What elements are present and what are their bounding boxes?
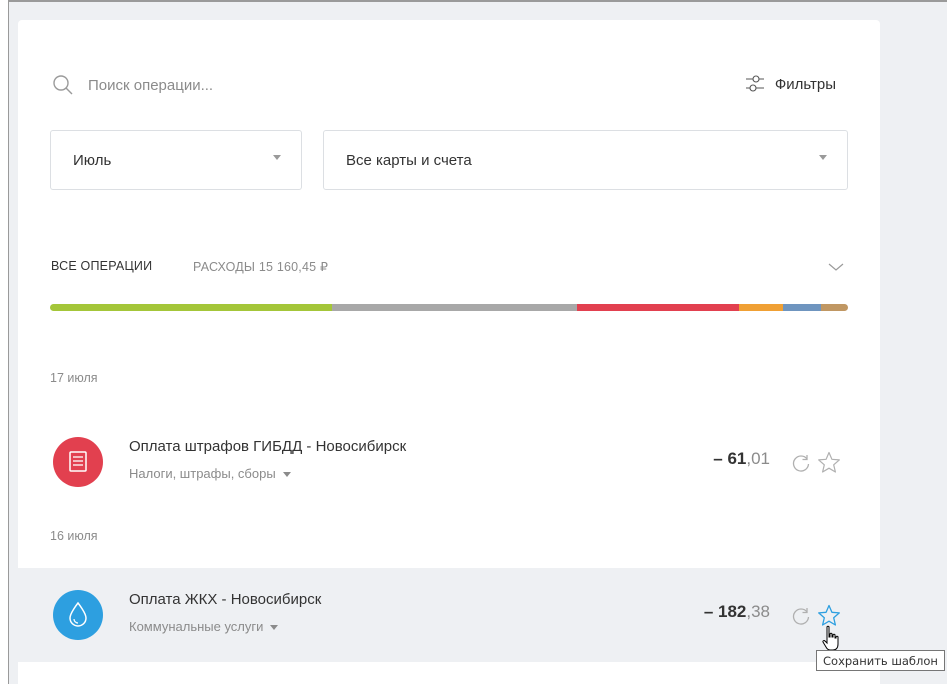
hand-pointer-icon [822, 625, 839, 651]
spending-bar-segment [576, 304, 740, 311]
filters-label: Фильтры [774, 75, 836, 93]
date-header: 16 июля [50, 529, 98, 543]
operations-panel: Фильтры Июль Все карты и счета ВСЕ ОПЕРА… [18, 20, 880, 684]
amount-integer: – 182 [703, 602, 747, 621]
amount-cents: ,01 [746, 449, 770, 468]
repeat-icon[interactable] [791, 453, 811, 473]
water-drop-icon [69, 601, 87, 627]
transaction-category-dropdown[interactable]: Коммунальные услуги [129, 619, 279, 634]
transaction-row[interactable]: Оплата ЖКХ - Новосибирск Коммунальные ус… [18, 568, 880, 662]
transaction-category-label: Коммунальные услуги [129, 619, 264, 634]
spending-bar-segment [739, 304, 784, 311]
repeat-icon[interactable] [791, 606, 811, 626]
transaction-title: Оплата ЖКХ - Новосибирск [129, 591, 322, 608]
month-select[interactable]: Июль [50, 130, 302, 190]
star-icon[interactable] [817, 604, 841, 627]
spending-breakdown-bar [50, 304, 848, 311]
accounts-select-value: Все карты и счета [346, 152, 472, 169]
transaction-category-icon [53, 590, 103, 640]
search-input[interactable] [88, 72, 508, 98]
chevron-down-icon [819, 155, 827, 160]
tab-all-operations[interactable]: ВСЕ ОПЕРАЦИИ [51, 259, 152, 273]
month-select-value: Июль [73, 152, 112, 169]
search-icon [53, 75, 73, 95]
tab-expenses[interactable]: РАСХОДЫ 15 160,45 ₽ [193, 259, 328, 274]
receipt-icon [69, 451, 87, 472]
chevron-down-icon [273, 155, 281, 160]
spending-bar-segment [50, 304, 332, 311]
accounts-select[interactable]: Все карты и счета [323, 130, 848, 190]
amount-cents: ,38 [746, 602, 770, 621]
date-header: 17 июля [50, 371, 98, 385]
transaction-title: Оплата штрафов ГИБДД - Новосибирск [129, 438, 407, 455]
save-template-tooltip: Сохранить шаблон [816, 650, 945, 671]
spending-bar-segment [820, 304, 848, 311]
spending-bar-segment [783, 304, 821, 311]
window-left-border [0, 0, 9, 684]
transaction-category-icon [53, 437, 103, 487]
filters-icon [745, 75, 764, 92]
star-icon[interactable] [817, 451, 841, 474]
transaction-category-dropdown[interactable]: Налоги, штрафы, сборы [129, 466, 291, 481]
transaction-amount: – 182,38 [704, 602, 770, 622]
amount-integer: – 61 [713, 449, 747, 468]
transaction-category-label: Налоги, штрафы, сборы [129, 466, 276, 481]
list-continuation [18, 662, 880, 684]
caret-down-icon [282, 472, 291, 477]
spending-bar-segment [331, 304, 577, 311]
filters-button[interactable]: Фильтры [745, 74, 836, 94]
chevron-down-icon[interactable] [828, 262, 844, 272]
window-top-border [0, 0, 947, 2]
search-bar: Фильтры [52, 72, 836, 112]
transaction-row[interactable]: Оплата штрафов ГИБДД - Новосибирск Налог… [18, 415, 880, 509]
transaction-amount: – 61,01 [713, 449, 770, 469]
caret-down-icon [270, 625, 279, 630]
